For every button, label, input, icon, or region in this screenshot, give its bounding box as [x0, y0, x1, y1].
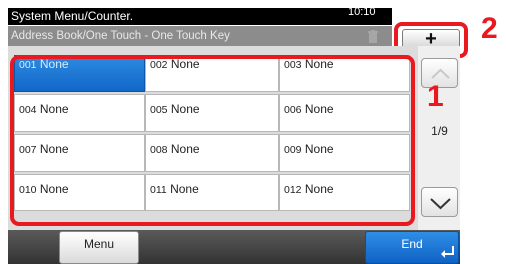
- callout-box-key-grid: [10, 55, 415, 226]
- menu-button[interactable]: Menu: [59, 231, 139, 264]
- chevron-down-icon: [430, 198, 451, 210]
- clock: 10:10: [348, 7, 376, 17]
- enter-icon: [441, 246, 454, 258]
- trash-icon: [368, 30, 378, 43]
- callout-number-1: 1: [427, 80, 444, 113]
- callout-number-2: 2: [481, 12, 498, 45]
- screen-subtitle: Address Book/One Touch - One Touch Key: [8, 26, 392, 46]
- system-title-bar: System Menu/Counter.: [8, 8, 392, 25]
- page-indicator: 1/9: [431, 124, 448, 138]
- scroll-down-button[interactable]: [421, 187, 458, 217]
